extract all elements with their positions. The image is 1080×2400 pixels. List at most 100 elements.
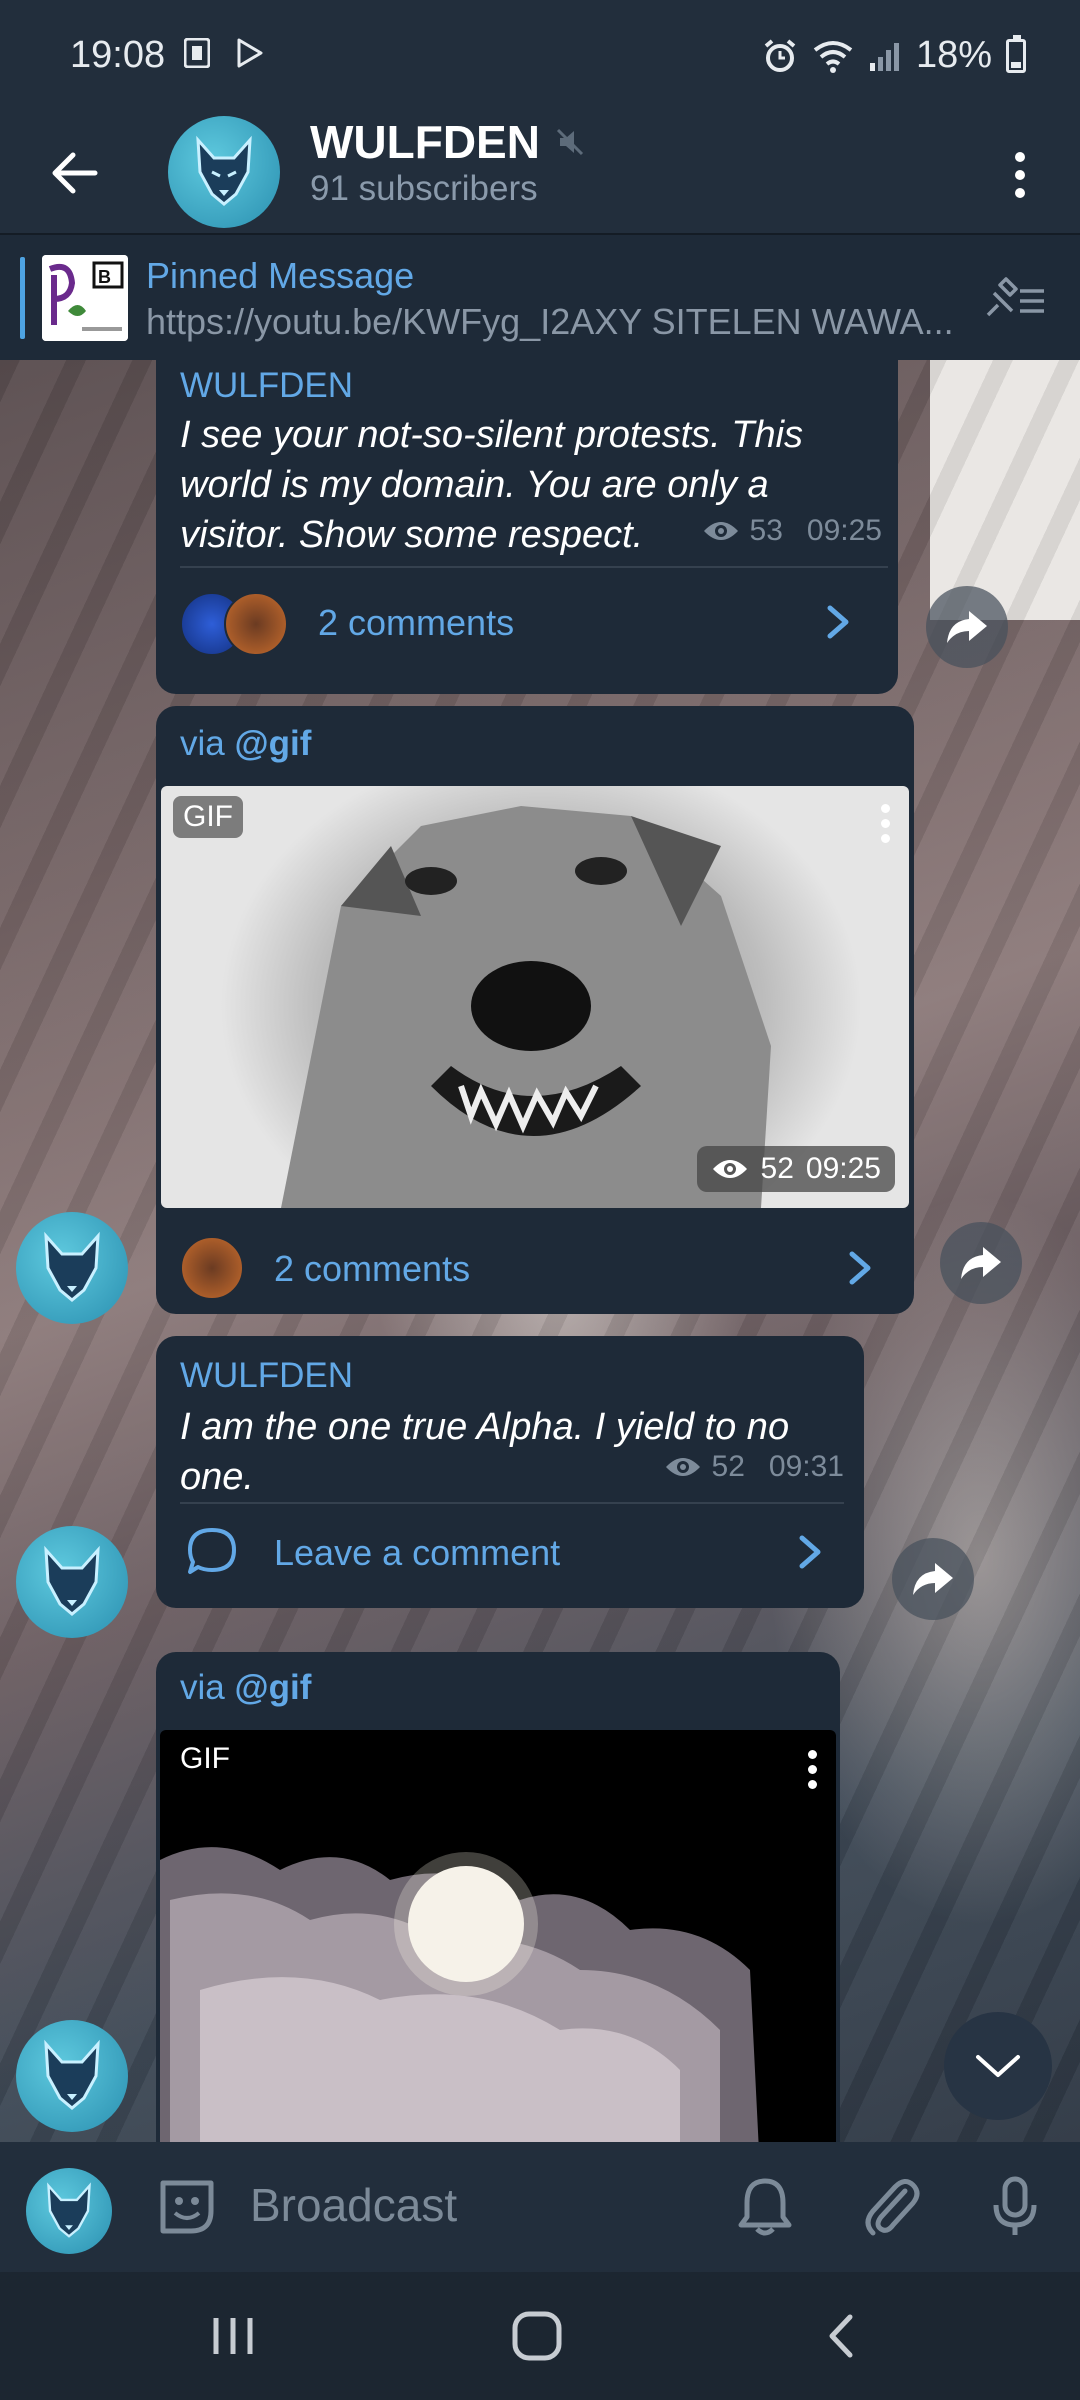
wifi-icon: [813, 40, 853, 73]
microphone-icon: [993, 2176, 1037, 2235]
recent-apps-button[interactable]: [188, 2296, 278, 2376]
gif-media[interactable]: GIF: [160, 1730, 836, 2142]
gif-meta: 52 09:25: [696, 1146, 895, 1192]
leave-comment-link[interactable]: Leave a comment: [274, 1532, 560, 1574]
gif-media[interactable]: GIF 52 09:25: [161, 786, 909, 1208]
system-nav-bar: [0, 2272, 1080, 2400]
wolf-logo-icon: [44, 1545, 100, 1616]
message-time: 09:31: [768, 1450, 844, 1483]
dot: [807, 1750, 817, 1759]
channel-name: WULFDEN: [310, 116, 540, 168]
battery-percent: 18%: [915, 34, 992, 76]
view-count: 53: [749, 514, 783, 547]
message-bubble[interactable]: WULFDEN I am the one true Alpha. I yield…: [156, 1336, 864, 1608]
back-arrow-icon: [52, 152, 98, 194]
more-options-button[interactable]: [1000, 135, 1040, 215]
message-time: 09:25: [806, 514, 882, 547]
via-bot-label[interactable]: via @gif: [180, 1668, 311, 1708]
message-bubble[interactable]: WULFDEN I see your not-so-silent protest…: [156, 360, 898, 694]
comments-link[interactable]: 2 comments: [274, 1248, 470, 1290]
dot: [880, 834, 890, 843]
comments-link[interactable]: 2 comments: [318, 602, 514, 644]
views-icon: [703, 522, 738, 540]
channel-title[interactable]: WULFDEN: [310, 115, 586, 169]
divider: [180, 1502, 844, 1504]
share-arrow-icon: [913, 1563, 953, 1595]
via-prefix: via: [180, 724, 225, 763]
moon-cloud-image: [160, 1847, 759, 2142]
recents-icon: [213, 2318, 253, 2354]
message-input[interactable]: Broadcast: [250, 2178, 457, 2232]
back-chevron-icon: [829, 2314, 853, 2358]
home-button[interactable]: [492, 2296, 582, 2376]
commenter-avatar: [224, 592, 288, 656]
scroll-to-bottom-button[interactable]: [944, 2012, 1052, 2120]
message-author: WULFDEN: [180, 366, 354, 405]
views-icon: [712, 1160, 747, 1178]
status-bar: 19:08 18%: [0, 0, 1080, 115]
share-button[interactable]: [926, 586, 1008, 668]
status-time: 19:08: [70, 34, 166, 76]
chevron-right-icon[interactable]: [820, 602, 856, 642]
view-count: 52: [760, 1152, 794, 1185]
back-button[interactable]: [40, 133, 110, 213]
view-count: 52: [711, 1450, 745, 1483]
wolf-logo-icon: [196, 135, 252, 206]
send-as-avatar[interactable]: [26, 2168, 112, 2254]
pinned-list-button[interactable]: [980, 271, 1050, 331]
composer-bar: Broadcast: [0, 2142, 1080, 2272]
channel-avatar[interactable]: [168, 116, 280, 228]
system-back-button[interactable]: [796, 2296, 886, 2376]
gif-badge: GIF: [173, 796, 243, 838]
share-button[interactable]: [940, 1222, 1022, 1304]
via-bot-name: @gif: [234, 1668, 312, 1707]
wolf-image: [281, 806, 771, 1208]
dot: [1015, 152, 1025, 162]
wolf-logo-icon: [44, 2039, 100, 2110]
pinned-message-bar[interactable]: B Pinned Message https://youtu.be/KWFyg_…: [0, 233, 1080, 360]
chat-area[interactable]: WULFDEN I see your not-so-silent protest…: [0, 360, 1080, 2142]
attach-button[interactable]: [856, 2172, 926, 2242]
via-prefix: via: [180, 1668, 225, 1707]
notification-icon: [184, 38, 210, 68]
home-icon: [512, 2311, 562, 2361]
silent-broadcast-toggle[interactable]: [730, 2172, 800, 2242]
battery-icon: [1006, 34, 1026, 73]
signal-icon: [869, 42, 899, 71]
dot: [807, 1765, 817, 1774]
views-icon: [665, 1458, 700, 1476]
gif-menu-button[interactable]: [875, 804, 895, 843]
message-author: WULFDEN: [180, 1356, 354, 1395]
commenter-avatars: [180, 1236, 244, 1300]
pinned-indicator: [20, 257, 25, 339]
muted-icon: [556, 128, 584, 156]
svg-text:B: B: [98, 267, 111, 287]
message-avatar[interactable]: [16, 1212, 128, 1324]
dot: [807, 1780, 817, 1789]
wolf-logo-icon: [47, 2182, 91, 2238]
message-meta: 52 09:31: [664, 1450, 844, 1484]
dot: [1015, 188, 1025, 198]
message-avatar[interactable]: [16, 1526, 128, 1638]
pinned-text: https://youtu.be/KWFyg_I2AXY SITELEN WAW…: [146, 301, 954, 342]
comment-bubble-icon: [188, 1528, 236, 1574]
message-bubble-gif[interactable]: via @gif GIF: [156, 1652, 840, 2142]
share-button[interactable]: [892, 1538, 974, 1620]
message-bubble-gif[interactable]: via @gif GIF 52 09:25 2 comments: [156, 706, 914, 1314]
subscriber-count: 91 subscribers: [310, 169, 538, 208]
via-bot-name: @gif: [234, 724, 312, 763]
paperclip-icon: [865, 2179, 920, 2236]
voice-message-button[interactable]: [980, 2172, 1050, 2242]
emoji-button[interactable]: [152, 2172, 222, 2242]
bell-icon: [738, 2178, 792, 2236]
message-avatar[interactable]: [16, 2020, 128, 2132]
alarm-icon: [764, 38, 796, 72]
sticker-smile-icon: [160, 2180, 214, 2234]
chevron-right-icon[interactable]: [842, 1248, 878, 1288]
via-bot-label[interactable]: via @gif: [180, 724, 311, 764]
wolf-logo-icon: [44, 1231, 100, 1302]
message-time: 09:25: [805, 1152, 881, 1185]
gif-menu-button[interactable]: [802, 1750, 822, 1789]
message-meta: 53 09:25: [702, 514, 882, 548]
chevron-right-icon[interactable]: [792, 1532, 828, 1572]
